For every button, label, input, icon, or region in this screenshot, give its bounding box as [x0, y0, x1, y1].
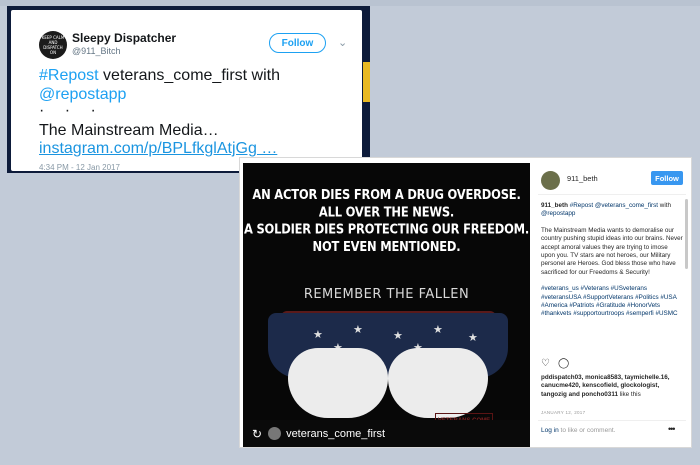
instagram-link[interactable]: instagram.com/p/BPLfkglAtjGg … [39, 140, 277, 158]
image-headline: AN ACTOR DIES FROM A DRUG OVERDOSE. ALL … [243, 187, 530, 256]
likes-suffix: like this [617, 390, 641, 398]
follow-button[interactable]: Follow [651, 171, 683, 185]
hashtag-link[interactable]: #Repost [39, 67, 99, 84]
gloved-hands [283, 348, 493, 420]
headline-line: AN ACTOR DIES FROM A DRUG OVERDOSE. [252, 186, 521, 203]
avatar[interactable] [541, 171, 560, 190]
chevron-down-icon[interactable]: ⌄ [338, 36, 347, 49]
headline-line: ALL OVER THE NEWS. [318, 203, 455, 220]
post-image[interactable]: AN ACTOR DIES FROM A DRUG OVERDOSE. ALL … [243, 163, 530, 447]
caption-user[interactable]: 911_beth [541, 202, 568, 209]
post-sidebar: 911_beth Follow 911_beth #Repost @vetera… [533, 158, 691, 447]
scrollbar[interactable] [685, 199, 688, 269]
right-glove [388, 348, 488, 418]
tweet-frame-stripe [363, 62, 370, 102]
caption-hashtags[interactable]: #veterans_us #Veterans #USveterans #vete… [541, 285, 683, 319]
tweet-display-name[interactable]: Sleepy Dispatcher [72, 31, 176, 45]
tweet-card: KEEP CALM AND DISPATCH ON Sleepy Dispatc… [11, 10, 362, 172]
tweet-handle[interactable]: @911_Bitch [72, 46, 121, 56]
caption-hashtag[interactable]: #Repost [570, 202, 593, 209]
heart-icon[interactable]: ♡ [541, 358, 550, 369]
follow-button[interactable]: Follow [269, 33, 326, 53]
image-subtitle: REMEMBER THE FALLEN [303, 287, 470, 302]
likes-text: pddispatch03, monica8583, taymichelle.16… [541, 374, 683, 399]
flag-star: ★ [393, 330, 403, 342]
divider [538, 194, 686, 195]
login-prompt: Log in to like or comment. [541, 427, 615, 434]
divider [538, 420, 686, 421]
tweet-text-line-3: The Mainstream Media… [39, 122, 219, 139]
tweet-text-line-1: #Repost veterans_come_first with [39, 67, 280, 85]
login-link[interactable]: Log in [541, 427, 559, 434]
flag-star: ★ [433, 324, 443, 336]
left-glove [288, 348, 388, 418]
caption-mention[interactable]: @repostapp [541, 210, 575, 217]
flag-star: ★ [353, 324, 363, 336]
instagram-embed: AN ACTOR DIES FROM A DRUG OVERDOSE. ALL … [239, 157, 692, 448]
headline-line: A SOLDIER DIES PROTECTING OUR FREEDOM. [243, 221, 530, 238]
caption-mention[interactable]: @veterans_come_first [595, 202, 658, 209]
post-username[interactable]: 911_beth [567, 174, 598, 183]
login-rest: to like or comment. [558, 427, 616, 434]
tweet-text: veterans_come_first with [98, 67, 280, 84]
tweet-timestamp[interactable]: 4:34 PM - 12 Jan 2017 [39, 163, 120, 172]
avatar[interactable]: KEEP CALM AND DISPATCH ON [39, 31, 67, 59]
repost-bar[interactable]: ↻ veterans_come_first [243, 420, 530, 447]
repost-icon: ↻ [252, 426, 263, 441]
caption-body: The Mainstream Media wants to demoralise… [541, 226, 683, 276]
flag-star: ★ [468, 332, 478, 344]
more-options-icon[interactable]: ••• [668, 424, 676, 434]
headline-line: NOT EVEN MENTIONED. [312, 238, 461, 255]
repost-username: veterans_come_first [286, 427, 386, 440]
post-actions: ♡ ◯ [541, 358, 577, 369]
post-caption: 911_beth #Repost @veterans_come_first wi… [541, 202, 683, 327]
flag-star: ★ [313, 329, 323, 341]
tweet-dots: · · · [39, 102, 104, 119]
likes-users[interactable]: pddispatch03, monica8583, taymichelle.16… [541, 374, 669, 398]
avatar [268, 427, 282, 440]
caption-text: with [659, 202, 671, 209]
comment-icon[interactable]: ◯ [558, 358, 569, 369]
post-date: JANUARY 12, 2017 [541, 410, 586, 415]
